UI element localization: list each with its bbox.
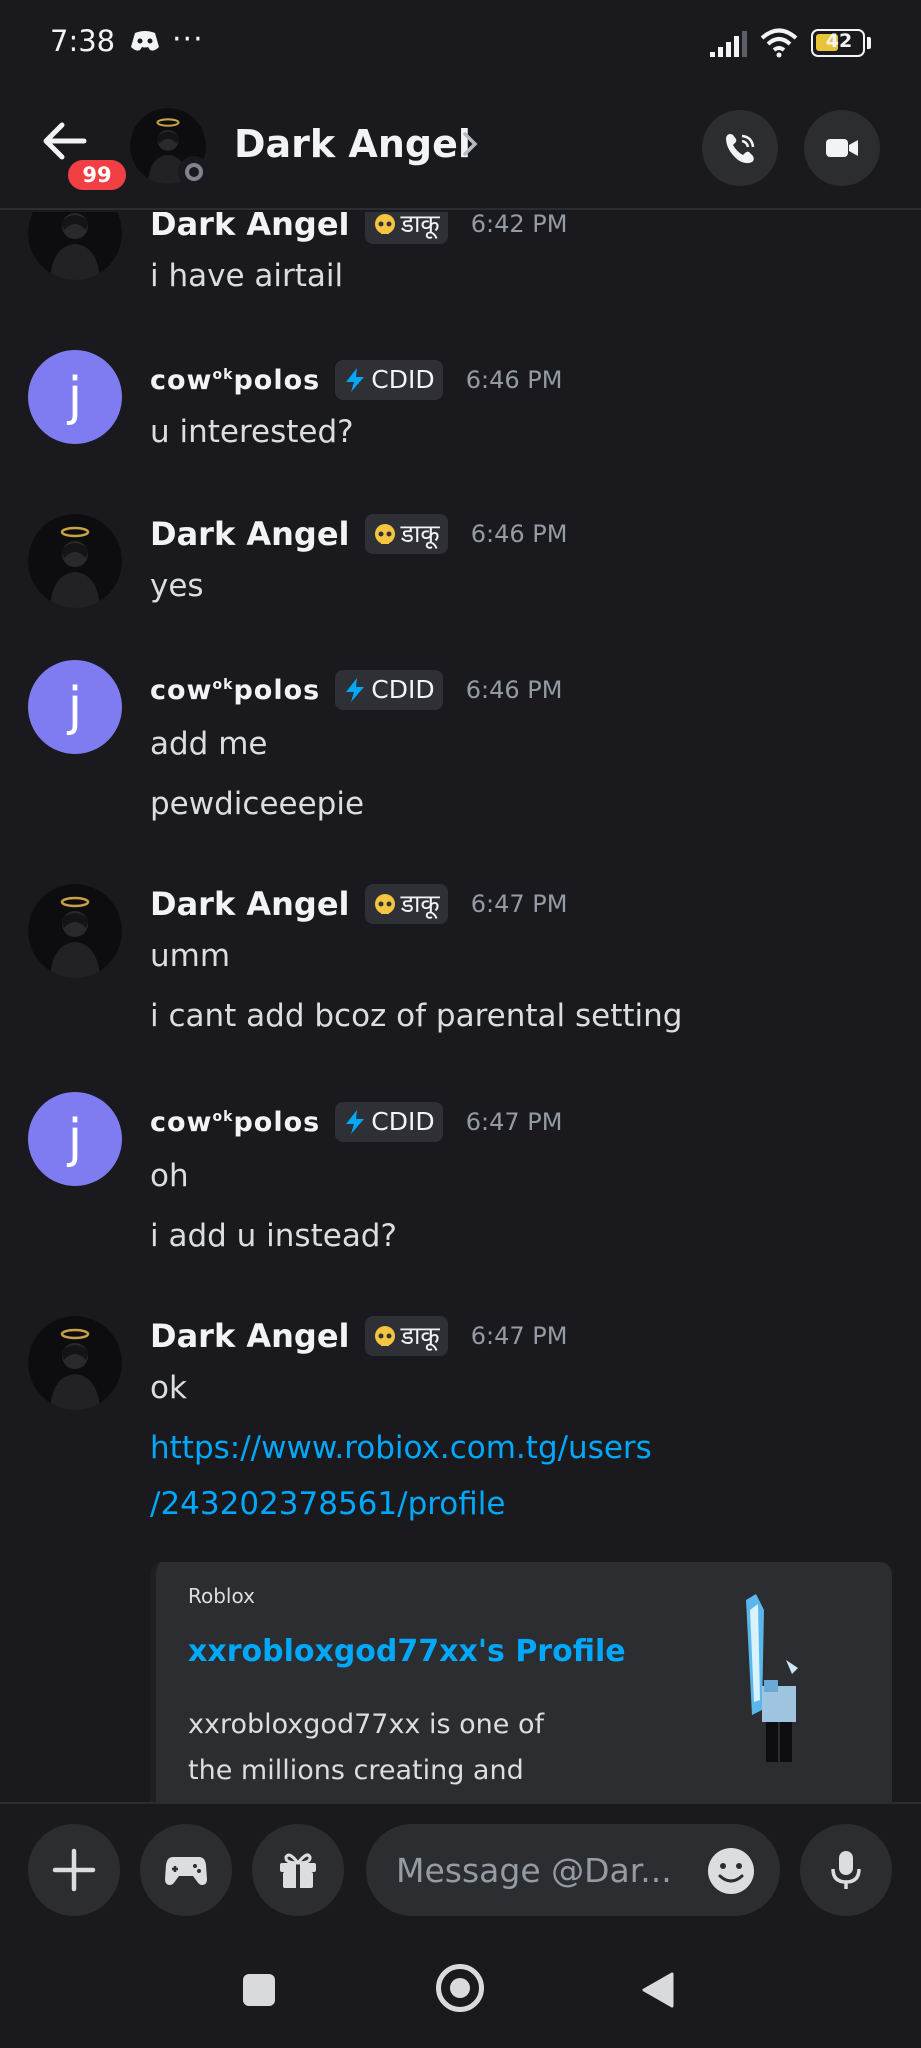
author-name[interactable]: Dark Angel [150, 885, 349, 923]
battery-level: 42 [825, 30, 853, 52]
message-text: pewdiceeepie [150, 786, 365, 822]
discord-notification-icon [131, 31, 159, 51]
more-notifications-icon: ··· [172, 22, 204, 57]
add-attachment-button[interactable] [28, 1824, 120, 1916]
message-text: oh [150, 1158, 189, 1194]
gift-icon [280, 1853, 316, 1888]
plus-icon [52, 1848, 96, 1892]
timestamp: 6:46 PM [465, 366, 563, 394]
author-name[interactable]: Dark Angel [150, 515, 349, 553]
skull-icon [374, 1326, 395, 1346]
message-composer [0, 1802, 921, 1924]
lightning-icon [346, 368, 365, 392]
video-camera-icon [826, 139, 858, 157]
unread-badge: 99 [64, 156, 130, 194]
lightning-icon [346, 678, 365, 702]
clan-tag-label: डाकू [400, 1321, 440, 1350]
embed-provider[interactable]: Roblox [188, 1584, 255, 1608]
skull-icon [374, 524, 395, 544]
gamepad-icon [165, 1857, 207, 1885]
clan-tag-label: CDID [371, 1107, 435, 1136]
user-avatar[interactable]: j [28, 660, 122, 754]
recents-button[interactable] [243, 1974, 275, 2006]
signal-icon [710, 31, 747, 57]
link-embed[interactable]: Roblox xxrobloxgod77xx's Profile xxroblo… [150, 1562, 892, 1802]
message-text: ok [150, 1370, 187, 1406]
user-avatar[interactable]: j [28, 1092, 122, 1186]
author-name[interactable]: cowokpolos [150, 365, 320, 396]
embed-description: xxrobloxgod77xx is one of the millions c… [188, 1709, 544, 1802]
dark-angel-avatar[interactable] [28, 884, 122, 978]
status-time: 7:38 [50, 24, 116, 58]
gift-button[interactable] [252, 1824, 344, 1916]
wifi-icon [760, 28, 798, 58]
clan-tag-label: CDID [371, 365, 435, 394]
message-link[interactable]: https://www.robiox.com.tg/users [150, 1430, 652, 1466]
clan-tag-label: डाकू [400, 889, 440, 918]
dm-header: 99 Dark Angel [0, 90, 921, 210]
chevron-right-icon[interactable] [460, 130, 480, 158]
author-name[interactable]: cowokpolos [150, 1107, 320, 1138]
dark-angel-avatar[interactable] [28, 514, 122, 608]
phone-icon [726, 134, 755, 164]
embed-thumbnail[interactable] [716, 1590, 836, 1780]
system-navigation-bar [0, 1926, 921, 2048]
skull-icon [374, 894, 395, 914]
dark-angel-avatar[interactable] [28, 1316, 122, 1410]
header-title[interactable]: Dark Angel [234, 122, 471, 166]
author-name[interactable]: Dark Angel [150, 1317, 349, 1355]
lightning-icon [346, 1110, 365, 1134]
author-name[interactable]: cowokpolos [150, 675, 320, 706]
message-link[interactable]: /243202378561/profile [150, 1486, 506, 1522]
message-text: i cant add bcoz of parental setting [150, 998, 683, 1034]
clan-tag-label: डाकू [400, 519, 440, 548]
timestamp: 6:46 PM [470, 520, 568, 548]
message-text: add me [150, 726, 268, 762]
clan-tag[interactable]: डाकू [364, 1316, 448, 1356]
timestamp: 6:46 PM [465, 676, 563, 704]
message-text: umm [150, 938, 231, 974]
message-text: yes [150, 568, 204, 604]
skull-icon [374, 214, 395, 234]
clan-tag[interactable]: डाकू [364, 514, 448, 554]
clan-tag[interactable]: CDID [335, 670, 443, 710]
clan-tag-label: डाकू [400, 212, 440, 238]
user-avatar[interactable]: j [28, 350, 122, 444]
clan-tag[interactable]: CDID [335, 1102, 443, 1142]
video-call-button[interactable] [804, 110, 880, 186]
home-button[interactable] [436, 1964, 484, 2012]
offline-status-icon [178, 156, 210, 188]
emoji-icon[interactable] [706, 1846, 756, 1896]
battery-icon: 42 [811, 29, 871, 57]
embed-title[interactable]: xxrobloxgod77xx's Profile [188, 1634, 626, 1669]
microphone-icon [831, 1851, 861, 1889]
voice-call-button[interactable] [702, 110, 778, 186]
author-name[interactable]: Dark Angel [150, 212, 349, 243]
timestamp: 6:42 PM [470, 212, 568, 238]
message-text: i add u instead? [150, 1218, 397, 1254]
activities-button[interactable] [140, 1824, 232, 1916]
timestamp: 6:47 PM [465, 1108, 563, 1136]
message-text: u interested? [150, 414, 354, 450]
message-list[interactable]: Dark Angel डाकू 6:42 PM i have airtail j… [0, 212, 921, 1802]
dark-angel-avatar[interactable] [28, 212, 122, 280]
clan-tag-label: CDID [371, 675, 435, 704]
clan-tag[interactable]: डाकू [364, 212, 448, 244]
nav-back-icon[interactable] [640, 1970, 676, 2010]
timestamp: 6:47 PM [470, 1322, 568, 1350]
message-text: i have airtail [150, 258, 344, 294]
timestamp: 6:47 PM [470, 890, 568, 918]
status-bar: 7:38 ··· 42 [0, 0, 921, 90]
voice-message-button[interactable] [800, 1824, 892, 1916]
clan-tag[interactable]: CDID [335, 360, 443, 400]
clan-tag[interactable]: डाकू [364, 884, 448, 924]
